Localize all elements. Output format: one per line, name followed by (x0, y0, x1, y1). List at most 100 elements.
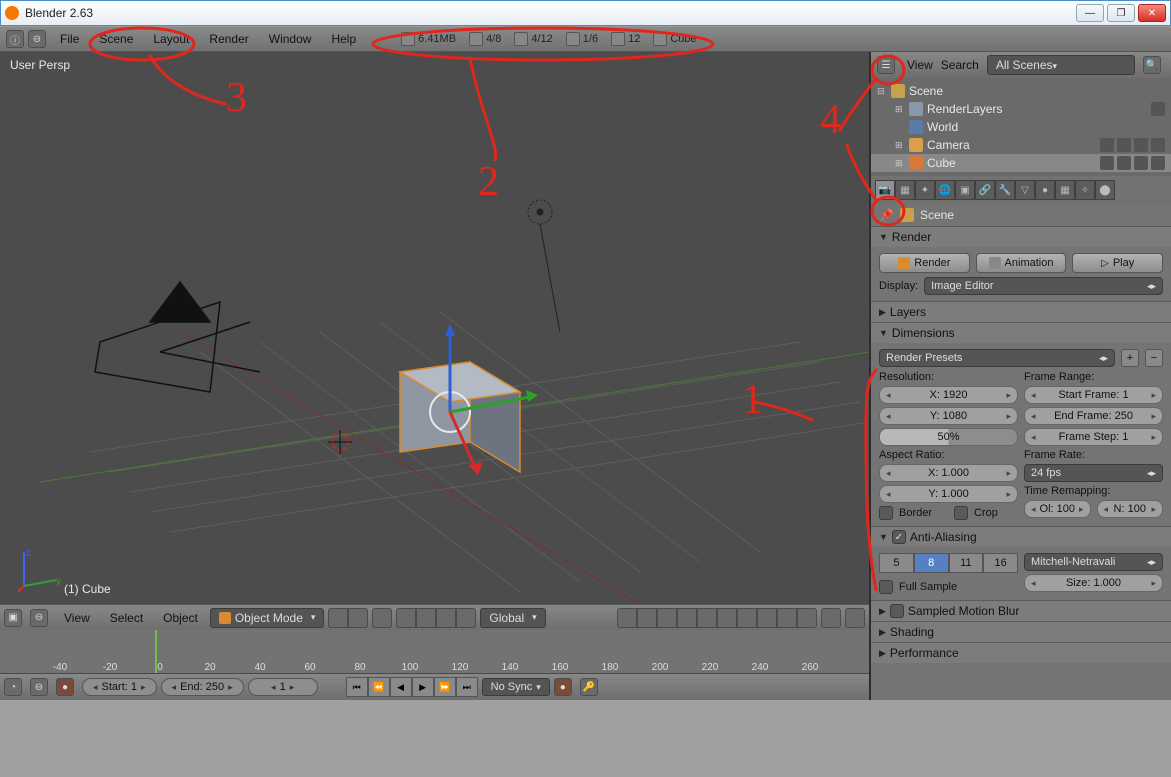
outliner-search-icon[interactable]: 🔍 (1143, 56, 1161, 74)
aa-size-field[interactable]: ◂Size: 1.000▸ (1024, 574, 1163, 592)
render-icon[interactable] (1151, 156, 1165, 170)
panel-layers-header[interactable]: ▶Layers (871, 302, 1171, 322)
manipulator-rotate-icon[interactable] (436, 608, 456, 628)
animation-button[interactable]: Animation (976, 253, 1067, 273)
aa-8[interactable]: 8 (914, 553, 949, 573)
tab-world[interactable]: 🌐 (935, 180, 955, 200)
frame-end-field[interactable]: ◂End Frame: 250▸ (1024, 407, 1163, 425)
pin-icon[interactable]: 📌 (879, 208, 894, 222)
aa-enable-checkbox[interactable]: ✓ (892, 530, 906, 544)
start-frame-field[interactable]: ◂Start: 1▸ (82, 678, 157, 696)
sync-mode-selector[interactable]: No Sync▾ (482, 678, 550, 696)
aspect-x-field[interactable]: ◂X: 1.000▸ (879, 464, 1018, 482)
outliner-tree[interactable]: ⊟Scene ⊞RenderLayers World ⊞Camera ⊞Cube (871, 78, 1171, 176)
outliner-menu-search[interactable]: Search (941, 58, 979, 72)
outliner-editor-type-icon[interactable]: ☰ (877, 56, 895, 74)
tab-texture[interactable]: ▦ (1055, 180, 1075, 200)
menu-render[interactable]: Render (199, 32, 258, 46)
manipulator-translate-icon[interactable] (416, 608, 436, 628)
jump-start-icon[interactable]: ⏮ (346, 677, 368, 697)
render-button[interactable]: Render (879, 253, 970, 273)
tab-render-layers[interactable]: ▦ (895, 180, 915, 200)
mesh-data-icon[interactable] (1100, 156, 1114, 170)
tree-cube[interactable]: Cube (927, 156, 956, 170)
current-frame-field[interactable]: ◂1▸ (248, 678, 318, 696)
panel-anti-aliasing-header[interactable]: ▼✓Anti-Aliasing (871, 527, 1171, 547)
render-icon[interactable] (1151, 138, 1165, 152)
record-icon[interactable]: ● (56, 678, 74, 696)
header-collapse-icon[interactable]: ⊖ (28, 30, 46, 48)
aspect-y-field[interactable]: ◂Y: 1.000▸ (879, 485, 1018, 503)
motion-blur-checkbox[interactable] (890, 604, 904, 618)
end-frame-field[interactable]: ◂End: 250▸ (161, 678, 244, 696)
view3d-editor-type-icon[interactable]: ▣ (4, 609, 22, 627)
menu-window[interactable]: Window (259, 32, 322, 46)
panel-dimensions-header[interactable]: ▼Dimensions (871, 323, 1171, 343)
tab-constraints[interactable]: 🔗 (975, 180, 995, 200)
mode-selector[interactable]: Object Mode▾ (210, 608, 325, 628)
editor-type-icon[interactable]: ⓘ (6, 30, 24, 48)
outliner-filter-selector[interactable]: All Scenes▾ (987, 55, 1135, 75)
preset-add-button[interactable]: + (1121, 349, 1139, 367)
tab-modifiers[interactable]: 🔧 (995, 180, 1015, 200)
aa-filter-selector[interactable]: Mitchell-Netravali◂▸ (1024, 553, 1163, 571)
tree-scene[interactable]: Scene (909, 84, 943, 98)
tab-object[interactable]: ▣ (955, 180, 975, 200)
tree-renderlayers[interactable]: RenderLayers (927, 102, 1002, 116)
resolution-x-field[interactable]: ◂X: 1920▸ (879, 386, 1018, 404)
tab-material[interactable]: ● (1035, 180, 1055, 200)
window-maximize-button[interactable]: ❐ (1107, 4, 1135, 22)
full-sample-checkbox[interactable] (879, 580, 893, 594)
cursor-icon[interactable] (1134, 138, 1148, 152)
keyframe-prev-icon[interactable]: ⏪ (368, 677, 390, 697)
outliner-menu-view[interactable]: View (907, 58, 933, 72)
keying-set-icon[interactable]: 🔑 (580, 678, 598, 696)
eye-icon[interactable] (1117, 156, 1131, 170)
jump-end-icon[interactable]: ⏭ (456, 677, 478, 697)
panel-render-header[interactable]: ▼Render (871, 227, 1171, 247)
view3d-menu-object[interactable]: Object (155, 611, 206, 625)
menu-scene[interactable]: Scene (89, 32, 143, 46)
aa-5[interactable]: 5 (879, 553, 914, 573)
manipulator-toggle[interactable] (396, 608, 416, 628)
frame-step-field[interactable]: ◂Frame Step: 1▸ (1024, 428, 1163, 446)
tree-world[interactable]: World (927, 120, 958, 134)
play-button[interactable]: ▷Play (1072, 253, 1163, 273)
3d-viewport[interactable]: User Persp (0, 52, 869, 604)
panel-motion-blur-header[interactable]: ▶Sampled Motion Blur (871, 601, 1171, 621)
pivot-icon[interactable] (372, 608, 392, 628)
eye-icon[interactable] (1117, 138, 1131, 152)
timeline-editor-type-icon[interactable]: ◔ (4, 678, 22, 696)
lock-camera-icon[interactable] (821, 608, 841, 628)
menu-layout[interactable]: Layout (143, 32, 199, 46)
tree-camera[interactable]: Camera (927, 138, 970, 152)
tab-render[interactable]: 📷 (875, 180, 895, 200)
timeline-canvas[interactable]: -40 -20 0 20 40 60 80 100 120 140 160 18… (0, 630, 869, 674)
tab-physics[interactable]: ⬤ (1095, 180, 1115, 200)
rl-icon[interactable] (1151, 102, 1165, 116)
tab-scene[interactable]: ✦ (915, 180, 935, 200)
autokey-icon[interactable]: ● (554, 678, 572, 696)
snapshot-icon[interactable] (845, 608, 865, 628)
play-icon[interactable]: ▶ (412, 677, 434, 697)
fps-selector[interactable]: 24 fps◂▸ (1024, 464, 1163, 482)
render-presets-selector[interactable]: Render Presets◂▸ (879, 349, 1115, 367)
display-selector[interactable]: Image Editor◂▸ (924, 277, 1163, 295)
resolution-y-field[interactable]: ◂Y: 1080▸ (879, 407, 1018, 425)
aa-16[interactable]: 16 (983, 553, 1018, 573)
menu-file[interactable]: File (50, 32, 89, 46)
remap-old-field[interactable]: ◂Ol: 100▸ (1024, 500, 1091, 518)
crop-checkbox[interactable] (954, 506, 968, 520)
panel-shading-header[interactable]: ▶Shading (871, 622, 1171, 642)
shading-icon[interactable] (328, 608, 348, 628)
aa-11[interactable]: 11 (949, 553, 984, 573)
timeline-collapse-icon[interactable]: ⊖ (30, 678, 48, 696)
remap-new-field[interactable]: ◂N: 100▸ (1097, 500, 1164, 518)
tab-data[interactable]: ▽ (1015, 180, 1035, 200)
keyframe-next-icon[interactable]: ⏩ (434, 677, 456, 697)
panel-performance-header[interactable]: ▶Performance (871, 643, 1171, 663)
border-checkbox[interactable] (879, 506, 893, 520)
window-minimize-button[interactable]: — (1076, 4, 1104, 22)
resolution-percent-slider[interactable]: 50% (879, 428, 1018, 446)
orientation-selector[interactable]: Global▾ (480, 608, 545, 628)
